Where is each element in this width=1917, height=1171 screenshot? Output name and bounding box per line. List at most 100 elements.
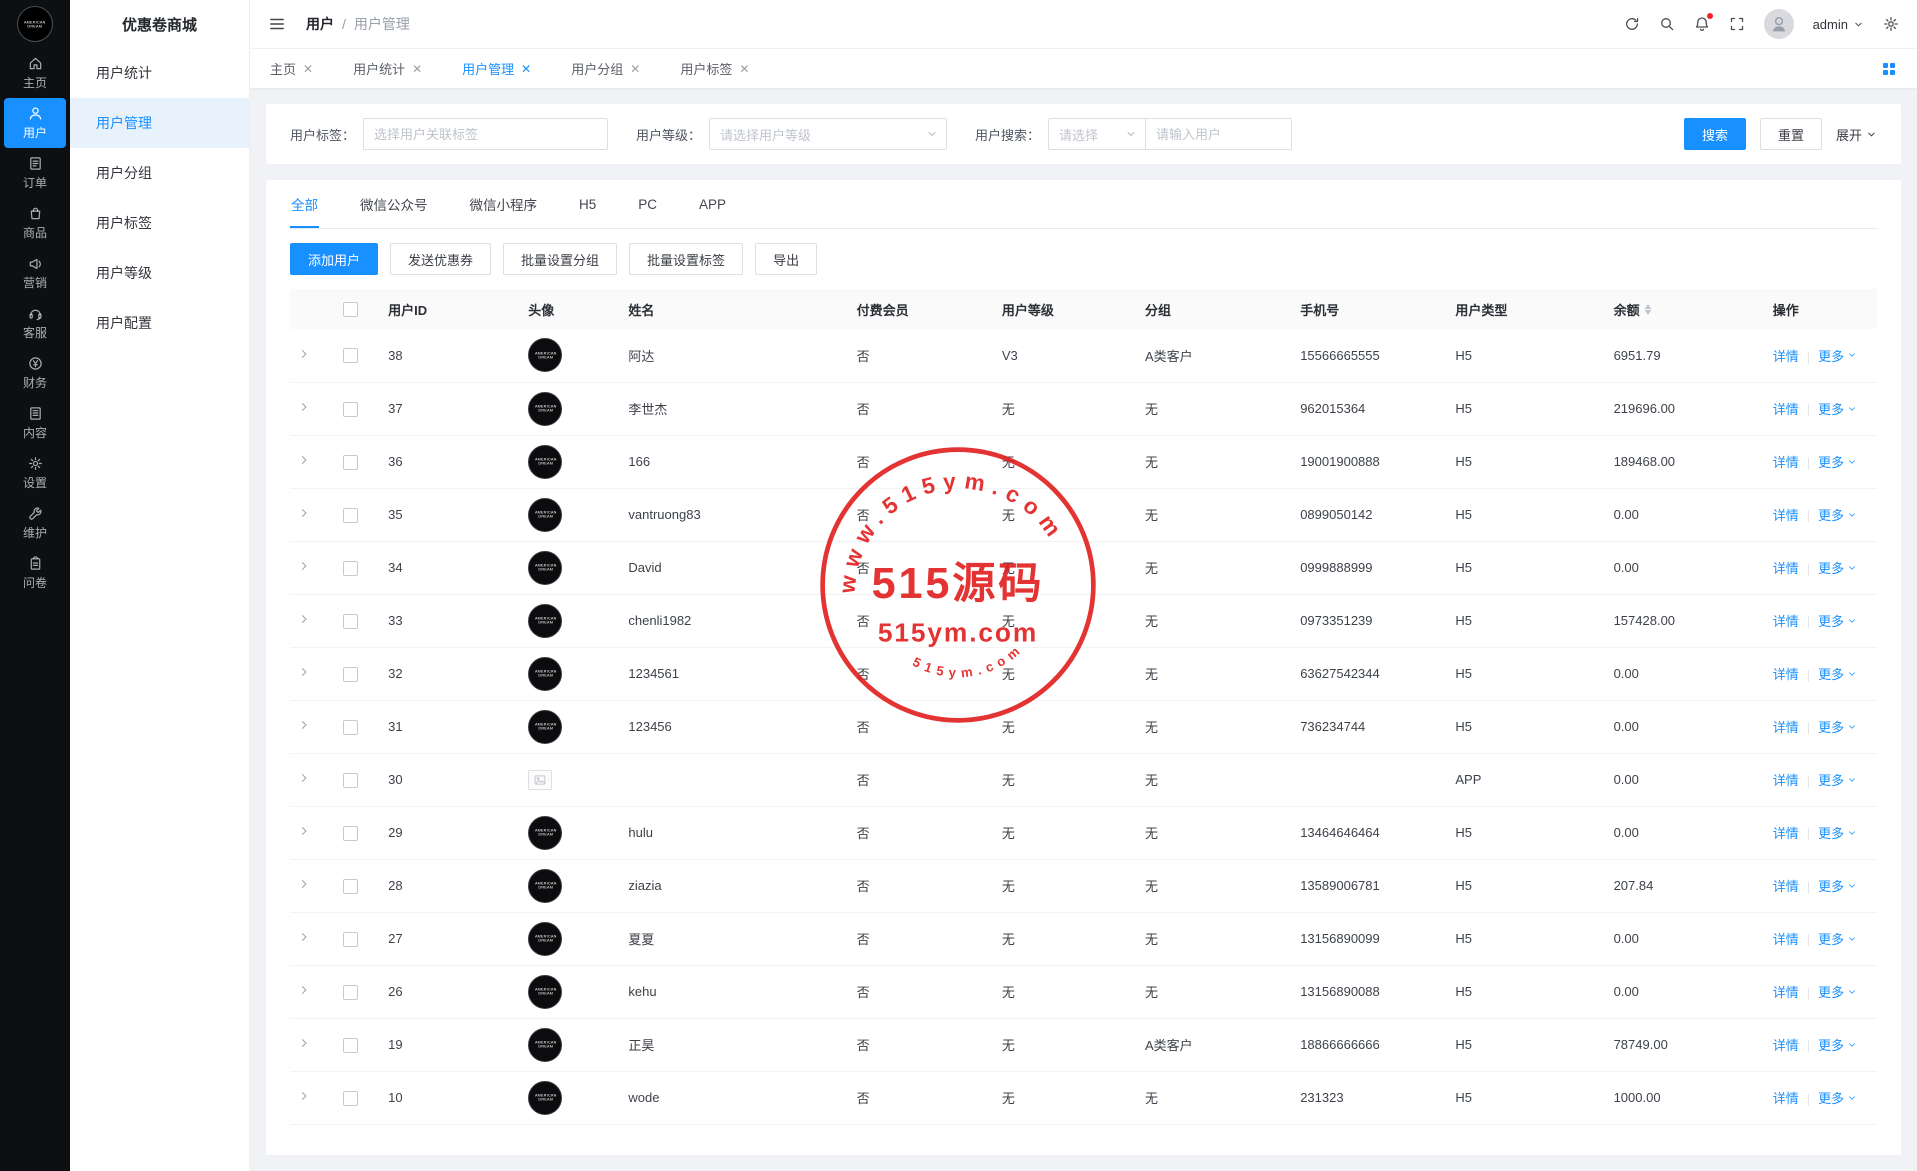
channel-tab-4[interactable]: PC: [637, 183, 658, 226]
select-all-checkbox[interactable]: [343, 302, 358, 317]
submenu-item-2[interactable]: 用户分组: [70, 148, 249, 198]
row-detail-link[interactable]: 详情: [1773, 452, 1799, 471]
tab-close-icon[interactable]: ✕: [739, 62, 749, 76]
row-detail-link[interactable]: 详情: [1773, 505, 1799, 524]
menu-toggle-icon[interactable]: [268, 15, 286, 33]
row-checkbox[interactable]: [343, 879, 358, 894]
row-expand-icon[interactable]: [298, 772, 310, 784]
row-more-link[interactable]: 更多: [1818, 1035, 1857, 1054]
row-detail-link[interactable]: 详情: [1773, 823, 1799, 842]
open-tab-2[interactable]: 用户管理✕: [462, 59, 531, 78]
submenu-item-5[interactable]: 用户配置: [70, 298, 249, 348]
row-expand-icon[interactable]: [298, 348, 310, 360]
row-checkbox[interactable]: [343, 402, 358, 417]
tab-options-grid-icon[interactable]: [1881, 61, 1897, 77]
row-checkbox[interactable]: [343, 720, 358, 735]
row-expand-icon[interactable]: [298, 931, 310, 943]
user-avatar[interactable]: [1764, 9, 1794, 39]
sidebar-item-home[interactable]: 主页: [4, 48, 66, 98]
row-more-link[interactable]: 更多: [1818, 1088, 1857, 1107]
row-more-link[interactable]: 更多: [1818, 558, 1857, 577]
row-more-link[interactable]: 更多: [1818, 717, 1857, 736]
tab-close-icon[interactable]: ✕: [521, 62, 531, 76]
channel-tab-1[interactable]: 微信公众号: [359, 180, 429, 228]
channel-tab-2[interactable]: 微信小程序: [469, 180, 539, 228]
row-detail-link[interactable]: 详情: [1773, 717, 1799, 736]
row-more-link[interactable]: 更多: [1818, 399, 1857, 418]
row-expand-icon[interactable]: [298, 507, 310, 519]
user-search-type-select[interactable]: 请选择: [1048, 118, 1146, 150]
tab-close-icon[interactable]: ✕: [412, 62, 422, 76]
sort-icons[interactable]: [1644, 304, 1652, 315]
row-detail-link[interactable]: 详情: [1773, 1088, 1799, 1107]
sidebar-item-goods[interactable]: 商品: [4, 198, 66, 248]
row-checkbox[interactable]: [343, 932, 358, 947]
row-expand-icon[interactable]: [298, 1090, 310, 1102]
tab-close-icon[interactable]: ✕: [303, 62, 313, 76]
row-more-link[interactable]: 更多: [1818, 929, 1857, 948]
row-expand-icon[interactable]: [298, 1037, 310, 1049]
add-user-button[interactable]: 添加用户: [290, 243, 378, 275]
row-more-link[interactable]: 更多: [1818, 823, 1857, 842]
row-detail-link[interactable]: 详情: [1773, 346, 1799, 365]
channel-tab-0[interactable]: 全部: [290, 180, 319, 228]
open-tab-4[interactable]: 用户标签✕: [680, 59, 749, 78]
user-tag-input[interactable]: [363, 118, 608, 150]
row-more-link[interactable]: 更多: [1818, 876, 1857, 895]
row-detail-link[interactable]: 详情: [1773, 558, 1799, 577]
row-detail-link[interactable]: 详情: [1773, 399, 1799, 418]
row-expand-icon[interactable]: [298, 560, 310, 572]
search-icon[interactable]: [1659, 16, 1675, 32]
open-tab-0[interactable]: 主页✕: [270, 59, 313, 78]
channel-tab-3[interactable]: H5: [578, 183, 597, 226]
search-button[interactable]: 搜索: [1684, 118, 1746, 150]
row-detail-link[interactable]: 详情: [1773, 929, 1799, 948]
sidebar-item-settings[interactable]: 设置: [4, 448, 66, 498]
row-checkbox[interactable]: [343, 773, 358, 788]
fullscreen-icon[interactable]: [1729, 16, 1745, 32]
row-more-link[interactable]: 更多: [1818, 505, 1857, 524]
submenu-item-3[interactable]: 用户标签: [70, 198, 249, 248]
row-expand-icon[interactable]: [298, 613, 310, 625]
row-expand-icon[interactable]: [298, 401, 310, 413]
app-logo[interactable]: AMERICANDREAM: [0, 0, 70, 48]
row-checkbox[interactable]: [343, 614, 358, 629]
open-tab-1[interactable]: 用户统计✕: [353, 59, 422, 78]
submenu-item-4[interactable]: 用户等级: [70, 248, 249, 298]
user-menu[interactable]: admin: [1813, 17, 1864, 32]
batch-tag-button[interactable]: 批量设置标签: [629, 243, 743, 275]
reset-button[interactable]: 重置: [1760, 118, 1822, 150]
row-more-link[interactable]: 更多: [1818, 664, 1857, 683]
row-checkbox[interactable]: [343, 561, 358, 576]
row-checkbox[interactable]: [343, 985, 358, 1000]
sidebar-item-survey[interactable]: 问卷: [4, 548, 66, 598]
row-checkbox[interactable]: [343, 1091, 358, 1106]
row-expand-icon[interactable]: [298, 984, 310, 996]
row-checkbox[interactable]: [343, 1038, 358, 1053]
submenu-item-0[interactable]: 用户统计: [70, 48, 249, 98]
row-detail-link[interactable]: 详情: [1773, 664, 1799, 683]
row-detail-link[interactable]: 详情: [1773, 611, 1799, 630]
row-detail-link[interactable]: 详情: [1773, 770, 1799, 789]
row-checkbox[interactable]: [343, 508, 358, 523]
breadcrumb-section[interactable]: 用户: [306, 14, 334, 34]
row-checkbox[interactable]: [343, 348, 358, 363]
sidebar-item-maintain[interactable]: 维护: [4, 498, 66, 548]
row-checkbox[interactable]: [343, 826, 358, 841]
row-more-link[interactable]: 更多: [1818, 346, 1857, 365]
sidebar-item-marketing[interactable]: 营销: [4, 248, 66, 298]
notifications-bell-icon[interactable]: [1694, 16, 1710, 32]
sidebar-item-content[interactable]: 内容: [4, 398, 66, 448]
sidebar-item-user[interactable]: 用户: [4, 98, 66, 148]
tab-close-icon[interactable]: ✕: [630, 62, 640, 76]
row-detail-link[interactable]: 详情: [1773, 876, 1799, 895]
open-tab-3[interactable]: 用户分组✕: [571, 59, 640, 78]
row-detail-link[interactable]: 详情: [1773, 1035, 1799, 1054]
expand-toggle[interactable]: 展开: [1836, 125, 1877, 144]
row-checkbox[interactable]: [343, 667, 358, 682]
row-expand-icon[interactable]: [298, 878, 310, 890]
batch-group-button[interactable]: 批量设置分组: [503, 243, 617, 275]
row-more-link[interactable]: 更多: [1818, 452, 1857, 471]
export-button[interactable]: 导出: [755, 243, 817, 275]
row-expand-icon[interactable]: [298, 454, 310, 466]
